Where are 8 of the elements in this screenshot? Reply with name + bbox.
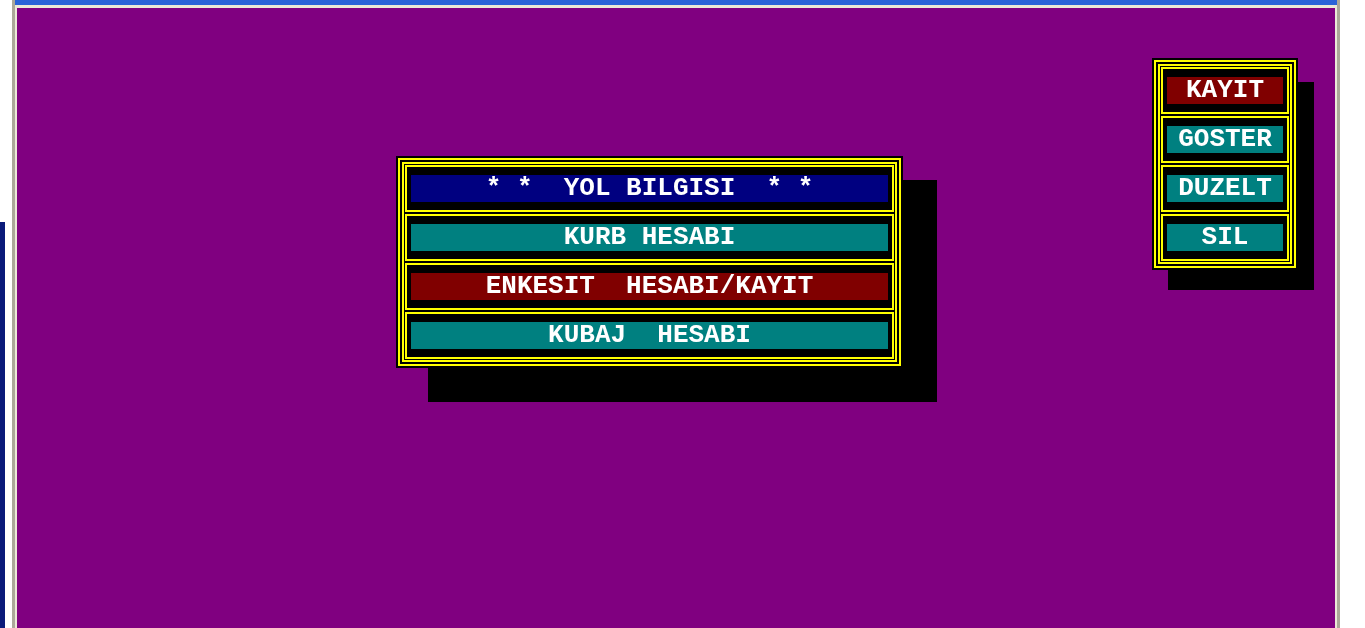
menu-option[interactable]: ENKESIT HESABI/KAYIT (411, 273, 888, 300)
menu-option[interactable]: SIL (1167, 224, 1283, 251)
menu-option[interactable]: GOSTER (1167, 126, 1283, 153)
menu-option[interactable]: KURB HESABI (411, 224, 888, 251)
menu-option[interactable]: KUBAJ HESABI (411, 322, 888, 349)
menu-option[interactable]: KAYIT (1167, 77, 1283, 104)
menu-title: * * YOL BILGISI * * (411, 175, 888, 202)
menu-option[interactable]: DUZELT (1167, 175, 1283, 202)
